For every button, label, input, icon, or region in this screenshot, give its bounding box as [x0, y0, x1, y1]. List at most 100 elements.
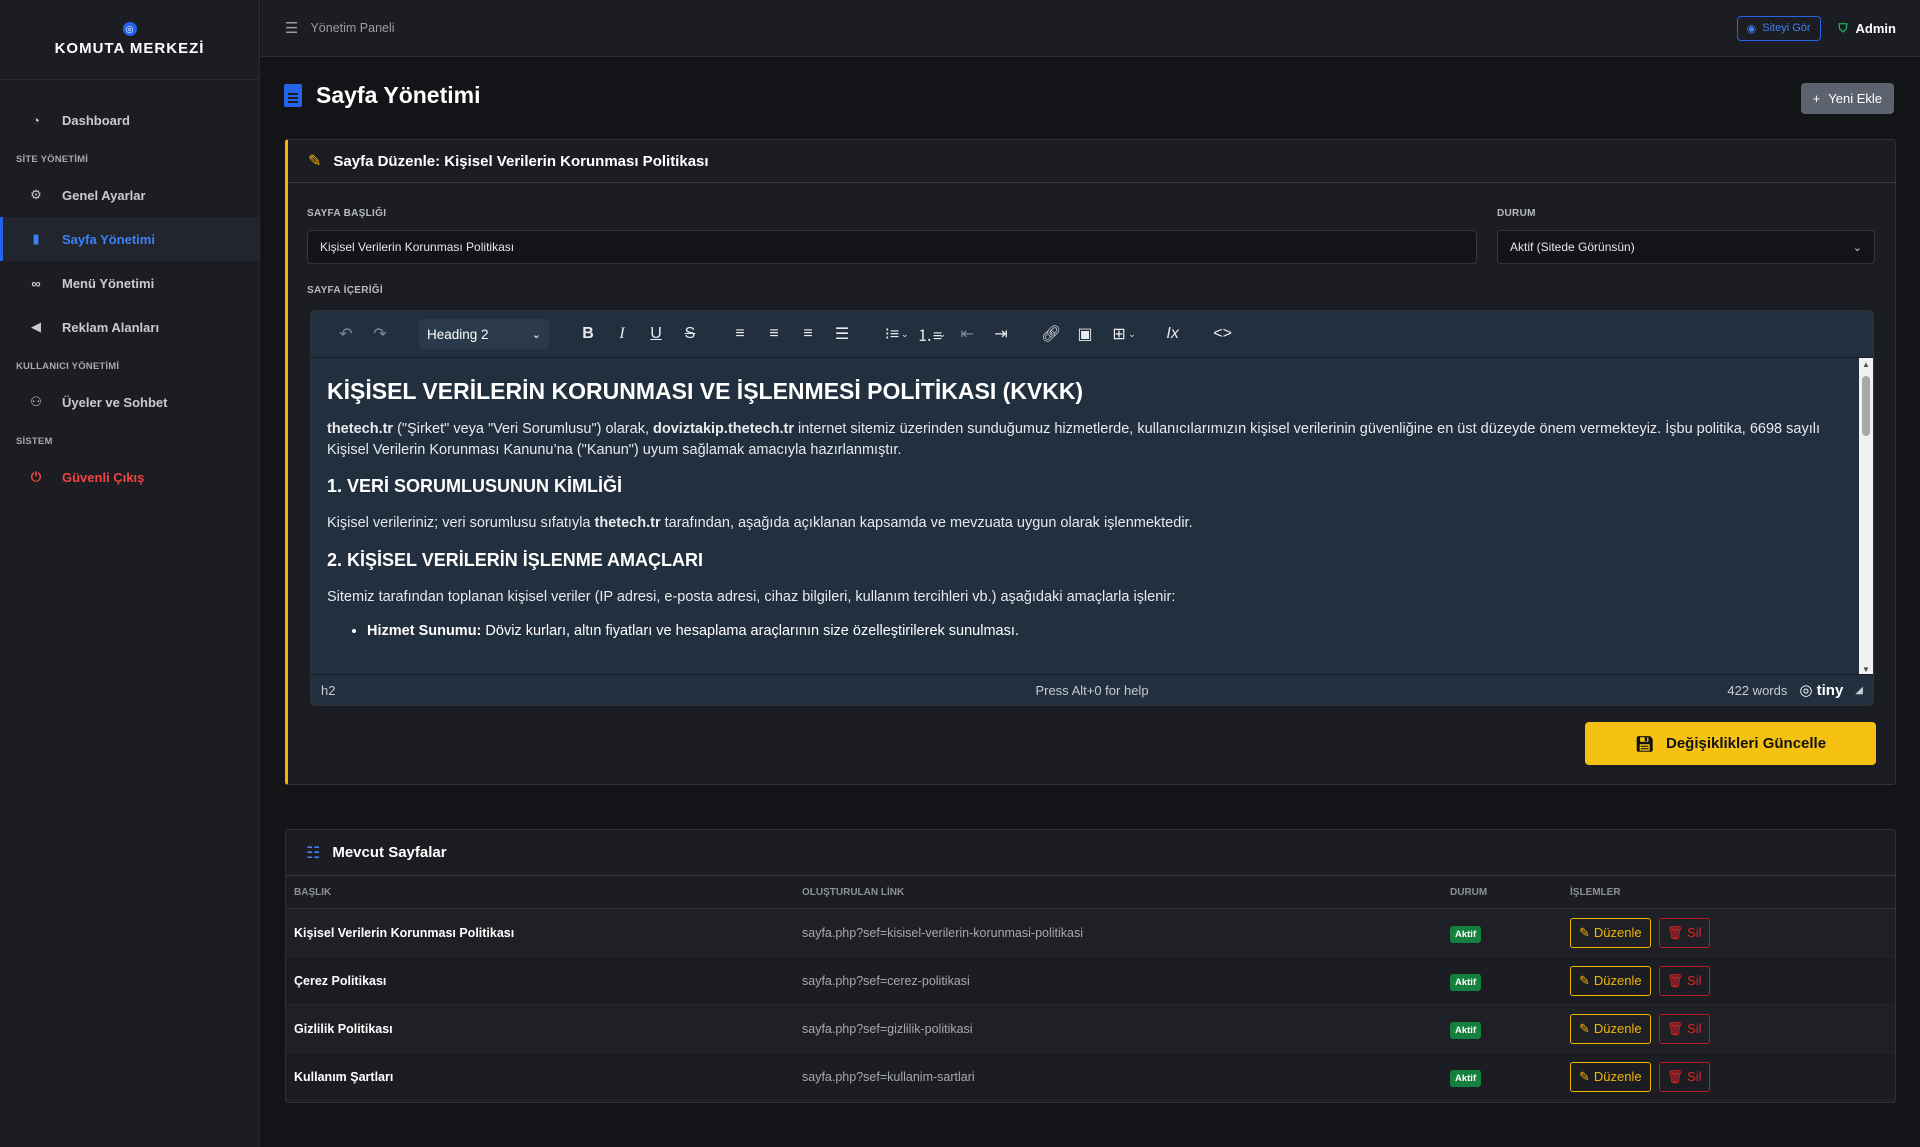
page-heading: Sayfa Yönetimi [284, 82, 480, 109]
status-cell: Aktif [1444, 925, 1564, 943]
sidebar-item-dashboard[interactable]: ◔ Dashboard [0, 98, 259, 142]
megaphone-icon: ◀ [31, 319, 41, 334]
actions-cell: ✎ Düzenle 🗑︎ Sil [1564, 917, 1895, 948]
block-format-value: Heading 2 [427, 326, 489, 342]
italic-icon[interactable]: I [605, 317, 639, 351]
sidebar-item-label: Üyeler ve Sohbet [62, 394, 168, 410]
page-title-cell: Gizlilik Politikası [294, 1021, 393, 1036]
bold-icon[interactable]: B [571, 317, 605, 351]
editor-content[interactable]: KİŞİSEL VERİLERİN KORUNMASI VE İŞLENMESİ… [311, 358, 1859, 676]
strikethrough-icon[interactable]: S [673, 317, 707, 351]
edit-button[interactable]: ✎ Düzenle [1570, 965, 1651, 996]
edit-card-title: Sayfa Düzenle: Kişisel Verilerin Korunma… [333, 152, 709, 170]
link-icon[interactable]: 🔗︎ [1034, 317, 1068, 351]
outdent-icon[interactable]: ⇤ [950, 317, 984, 351]
clear-format-icon[interactable]: Ix [1156, 317, 1190, 351]
sidebar-item-sayfa-yonetimi[interactable]: ▮ Sayfa Yönetimi [0, 217, 259, 261]
content-paragraph: Kişisel verileriniz; veri sorumlusu sıfa… [327, 515, 1193, 532]
link-icon: ∞ [31, 275, 41, 291]
content-paragraph: thetech.tr ("Şirket" veya "Veri Sorumlus… [327, 421, 1820, 458]
trash-icon: 🗑︎ [1666, 1068, 1684, 1084]
sidebar-item-menu-yonetimi[interactable]: ∞ Menü Yönetimi [0, 261, 259, 305]
page-title-input[interactable]: Kişisel Verilerin Korunması Politikası [307, 230, 1477, 264]
block-format-select[interactable]: Heading 2 ⌄ [419, 319, 549, 349]
sidebar-item-label: Genel Ayarlar [62, 187, 146, 203]
align-right-icon[interactable]: ≡ [791, 317, 825, 351]
scroll-down-icon[interactable]: ▼ [1862, 665, 1870, 674]
element-path[interactable]: h2 [321, 683, 335, 698]
topbar-right: ◉ Siteyi Gör ⛉ Admin [1736, 15, 1896, 41]
indent-icon[interactable]: ⇥ [984, 317, 1018, 351]
delete-button[interactable]: 🗑︎ Sil [1658, 965, 1710, 996]
pages-card: ☷ Mevcut Sayfalar BAŞLIK OLUŞTURULAN LİN… [285, 829, 1896, 1103]
content-paragraph: Sitemiz tarafından toplanan kişisel veri… [327, 588, 1176, 605]
page-link-cell: sayfa.php?sef=cerez-politikasi [802, 973, 970, 988]
column-header: OLUŞTURULAN LİNK [802, 886, 905, 898]
delete-button[interactable]: 🗑︎ Sil [1658, 1013, 1710, 1044]
brand[interactable]: ◎ KOMUTA MERKEZİ [0, 0, 259, 80]
save-icon: 💾︎ [1634, 735, 1654, 753]
sidebar-item-reklam-alanlari[interactable]: ◀ Reklam Alanları [0, 305, 259, 349]
status-select[interactable]: Aktif (Sitede Görünsün) ⌄ [1497, 230, 1875, 264]
edit-button[interactable]: ✎ Düzenle [1570, 1013, 1651, 1044]
breadcrumb: Yönetim Paneli [310, 21, 395, 35]
word-count[interactable]: 422 words [1727, 683, 1787, 698]
resize-handle-icon[interactable]: ◢ [1855, 685, 1863, 696]
pencil-icon: ✎ [1579, 972, 1590, 988]
edit-page-card: ✎ Sayfa Düzenle: Kişisel Verilerin Korun… [285, 139, 1896, 785]
align-left-icon[interactable]: ≡ [723, 317, 757, 351]
page-title-cell: Kullanım Şartları [294, 1069, 394, 1084]
content-subheading: 1. VERİ SORUMLUSUNUN KİMLİĞİ [327, 476, 623, 497]
chevron-down-icon[interactable]: ⌄ [939, 329, 947, 340]
edit-button[interactable]: ✎ Düzenle [1570, 917, 1651, 948]
edit-button[interactable]: ✎ Düzenle [1570, 1061, 1651, 1092]
help-hint: Press Alt+0 for help [1035, 682, 1149, 698]
align-justify-icon[interactable]: ☰ [825, 317, 859, 351]
sidebar-item-cikis[interactable]: ⏻ Güvenli Çıkış [0, 455, 259, 499]
redo-icon[interactable]: ↷ [363, 317, 397, 351]
users-icon: ⚇ [30, 394, 42, 409]
table-row: Kişisel Verilerin Korunması Politikası s… [286, 909, 1895, 957]
sidebar-item-genel-ayarlar[interactable]: ⚙ Genel Ayarlar [0, 173, 259, 217]
table-row: Kullanım Şartları sayfa.php?sef=kullanim… [286, 1053, 1895, 1101]
sidebar-item-label: Güvenli Çıkış [62, 469, 145, 485]
chevron-down-icon[interactable]: ⌄ [1128, 329, 1136, 340]
section-system: SİSTEM [16, 436, 53, 447]
hamburger-icon[interactable]: ☰ [285, 19, 298, 37]
status-badge: Aktif [1450, 1021, 1482, 1039]
add-new-button[interactable]: + Yeni Ekle [1800, 83, 1894, 114]
table-row: Çerez Politikası sayfa.php?sef=cerez-pol… [286, 957, 1895, 1005]
editor-toolbar: ↶ ↷ Heading 2 ⌄ B I U S ≡ ≡ ≡ ☰ ⁝≡ ⌄ ⒈≡ … [311, 311, 1873, 358]
editor-scrollbar[interactable]: ▲ ▼ [1859, 358, 1873, 676]
source-code-icon[interactable]: <> [1206, 317, 1240, 351]
image-icon[interactable]: ▣ [1068, 317, 1102, 351]
status-cell: Aktif [1444, 973, 1564, 991]
page-title: Sayfa Yönetimi [316, 82, 481, 108]
delete-button[interactable]: 🗑︎ Sil [1658, 1061, 1710, 1092]
trash-icon: 🗑︎ [1666, 972, 1684, 988]
pencil-icon: ✎ [1579, 1068, 1590, 1084]
chevron-down-icon[interactable]: ⌄ [901, 329, 909, 340]
compass-icon: ◎ [122, 22, 137, 36]
view-site-button[interactable]: ◉ Siteyi Gör [1736, 15, 1821, 41]
scroll-thumb[interactable] [1862, 376, 1870, 436]
save-button[interactable]: 💾︎ Değişiklikleri Güncelle [1585, 722, 1876, 765]
tiny-logo[interactable]: ◎ tiny [1799, 681, 1843, 699]
status-badge: Aktif [1450, 973, 1482, 991]
delete-button[interactable]: 🗑︎ Sil [1658, 917, 1710, 948]
actions-cell: ✎ Düzenle 🗑︎ Sil [1564, 1013, 1895, 1044]
pencil-icon: ✎ [1579, 1020, 1590, 1036]
plus-icon: + [1812, 91, 1821, 106]
sidebar-item-label: Menü Yönetimi [62, 275, 155, 291]
sidebar-item-uyeler[interactable]: ⚇ Üyeler ve Sohbet [0, 380, 259, 424]
status-value: Aktif (Sitede Görünsün) [1510, 240, 1635, 254]
undo-icon[interactable]: ↶ [329, 317, 363, 351]
user-menu[interactable]: ⛉ Admin [1839, 21, 1896, 36]
table-header: BAŞLIK OLUŞTURULAN LİNK DURUM İŞLEMLER [286, 876, 1895, 909]
underline-icon[interactable]: U [639, 317, 673, 351]
scroll-up-icon[interactable]: ▲ [1862, 360, 1870, 369]
view-site-label: Siteyi Gör [1762, 22, 1811, 34]
align-center-icon[interactable]: ≡ [757, 317, 791, 351]
file-icon: ▮ [32, 231, 40, 246]
edit-icon: ✎ [308, 153, 322, 170]
